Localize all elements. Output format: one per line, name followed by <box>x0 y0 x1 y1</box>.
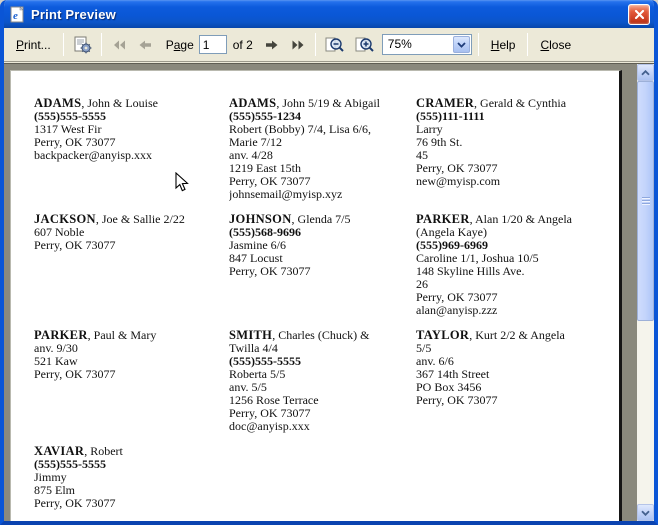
page-number-input[interactable] <box>199 35 227 54</box>
contact-line: Perry, OK 73077 <box>34 497 215 510</box>
first-page-button[interactable] <box>106 34 132 56</box>
double-right-arrow-icon <box>290 37 306 53</box>
contact-entry: PARKER, Alan 1/20 & Angela (Angela Kaye)… <box>416 213 592 329</box>
contact-surname: PARKER <box>416 213 470 226</box>
toolbar-separator <box>63 33 64 56</box>
magnifier-plus-icon <box>355 36 375 54</box>
contact-entry: JOHNSON, Glenda 7/5(555)568-9696Jasmine … <box>229 213 416 329</box>
preview-grid: ADAMS, John & Louise(555)555-55551317 We… <box>11 71 619 525</box>
contact-line: alan@anyisp.zzz <box>416 304 578 317</box>
chevron-down-icon <box>457 42 466 48</box>
contact-line: johnsemail@myisp.xyz <box>229 188 402 201</box>
contact-line: Robert (Bobby) 7/4, Lisa 6/6, Marie 7/12 <box>229 123 402 149</box>
preview-page: ADAMS, John & Louise(555)555-55551317 We… <box>10 70 622 521</box>
toolbar-separator <box>478 33 479 56</box>
contact-name: PARKER, Alan 1/20 & Angela (Angela Kaye) <box>416 213 578 239</box>
contact-line: 76 9th St. <box>416 136 578 149</box>
help-button[interactable]: Help <box>483 34 524 56</box>
contact-name: SMITH, Charles (Chuck) & Twilla 4/4 <box>229 329 402 355</box>
contact-entry: ADAMS, John & Louise(555)555-55551317 We… <box>34 97 229 213</box>
page-setup-button[interactable] <box>68 33 97 57</box>
title-bar[interactable]: e Print Preview <box>0 0 658 28</box>
contact-entry: PARKER, Paul & Maryanv. 9/30521 KawPerry… <box>34 329 229 445</box>
contact-line: Perry, OK 73077 <box>34 368 215 381</box>
scroll-up-button[interactable] <box>637 64 654 81</box>
page-setup-gear-icon <box>73 36 92 54</box>
next-page-button[interactable] <box>259 34 285 56</box>
contact-entry: CRAMER, Gerald & Cynthia(555)111-1111Lar… <box>416 97 592 213</box>
preview-workspace: ADAMS, John & Louise(555)555-55551317 We… <box>4 63 654 521</box>
chevron-up-icon <box>641 70 650 76</box>
toolbar-separator <box>101 33 102 56</box>
contact-line: 148 Skyline Hills Ave. <box>416 265 578 278</box>
contact-line: doc@anyisp.xxx <box>229 420 402 433</box>
contact-line: Perry, OK 73077 <box>416 394 578 407</box>
chevron-down-icon <box>641 510 650 516</box>
close-preview-button[interactable]: Close <box>532 34 579 56</box>
close-icon <box>634 9 645 20</box>
last-page-button[interactable] <box>285 34 311 56</box>
vertical-scrollbar[interactable] <box>637 64 654 521</box>
contact-entry: XAVIAR, Robert(555)555-5555Jimmy875 ElmP… <box>34 445 229 525</box>
right-arrow-icon <box>264 37 280 53</box>
print-button[interactable]: Print... <box>8 34 59 56</box>
magnifier-minus-icon <box>325 36 345 54</box>
page-label: Page <box>166 38 194 52</box>
contact-line: backpacker@anyisp.xxx <box>34 149 215 162</box>
contact-entry: SMITH, Charles (Chuck) & Twilla 4/4(555)… <box>229 329 416 445</box>
double-left-arrow-icon <box>111 37 127 53</box>
contact-name: TAYLOR, Kurt 2/2 & Angela 5/5 <box>416 329 578 355</box>
scrollbar-grip <box>642 197 650 205</box>
window-close-button[interactable] <box>628 4 650 25</box>
contact-entry: ADAMS, John 5/19 & Abigail(555)555-1234R… <box>229 97 416 213</box>
zoom-select[interactable]: 75% <box>382 34 472 55</box>
page-total-label: of 2 <box>233 38 253 52</box>
contact-line: Perry, OK 73077 <box>34 239 215 252</box>
zoom-in-button[interactable] <box>350 33 380 57</box>
contact-entry: TAYLOR, Kurt 2/2 & Angela 5/5anv. 6/6367… <box>416 329 592 445</box>
svg-text:e: e <box>13 10 18 22</box>
scroll-down-button[interactable] <box>637 504 654 521</box>
print-preview-window: e Print Preview Print... <box>0 0 658 525</box>
toolbar-separator <box>527 33 528 56</box>
contact-surname: TAYLOR <box>416 329 469 342</box>
contact-surname: SMITH <box>229 329 272 342</box>
window-title: Print Preview <box>31 7 628 22</box>
zoom-dropdown-button[interactable] <box>453 36 470 53</box>
left-arrow-icon <box>137 37 153 53</box>
zoom-value: 75% <box>383 35 452 54</box>
toolbar-separator <box>315 33 316 56</box>
zoom-out-button[interactable] <box>320 33 350 57</box>
toolbar: Print... Page of 2 <box>4 28 654 62</box>
scrollbar-thumb[interactable] <box>637 81 654 321</box>
contact-line: new@myisp.com <box>416 175 578 188</box>
prev-page-button[interactable] <box>132 34 158 56</box>
app-icon[interactable]: e <box>9 6 26 23</box>
contact-line: Perry, OK 73077 <box>229 265 402 278</box>
contact-entry: JACKSON, Joe & Sallie 2/22607 NoblePerry… <box>34 213 229 329</box>
